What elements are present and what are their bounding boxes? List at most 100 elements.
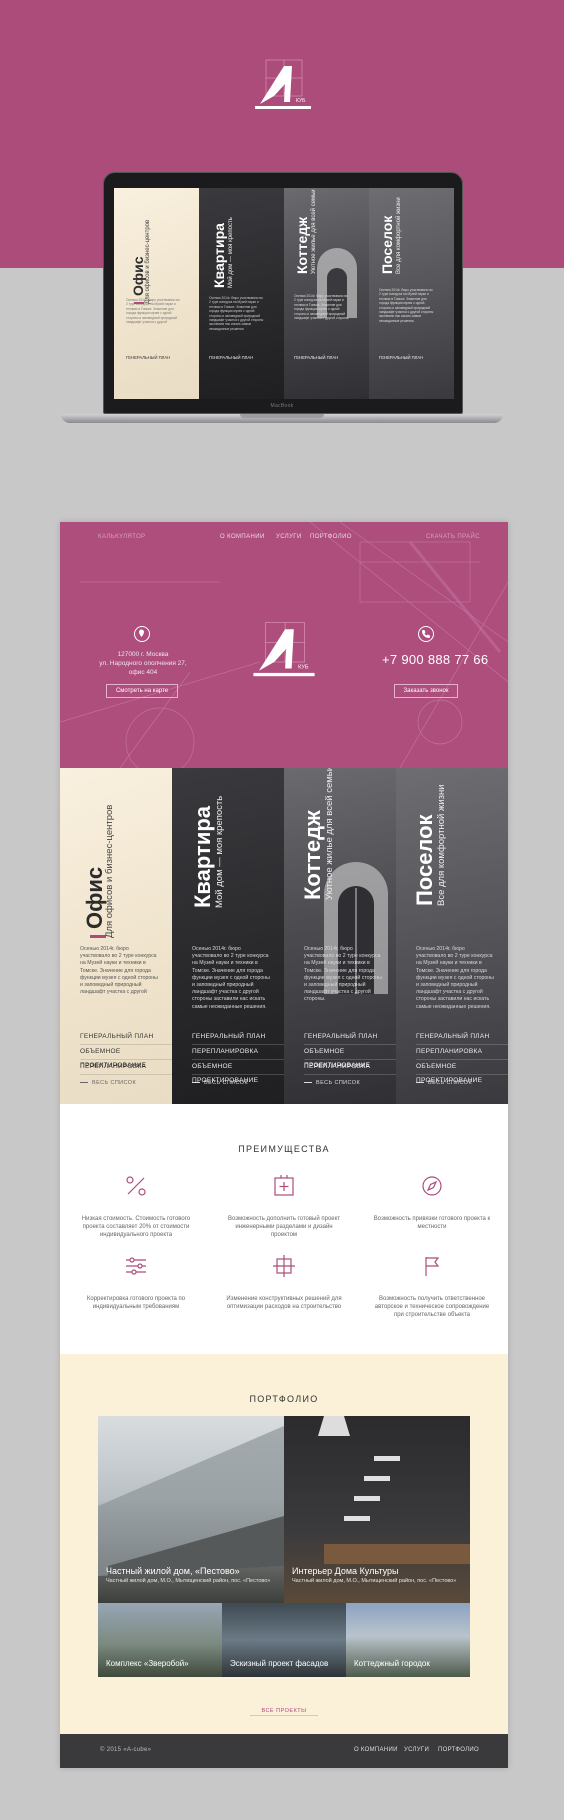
site-logo: КУБ <box>253 622 315 677</box>
flag-icon <box>425 1257 440 1276</box>
advantage-text: Низкая стоимость. Стоимость готового про… <box>81 1216 191 1238</box>
column-link[interactable]: ОБЪЕМНОЕ ПРОЕКТИРОВАНИЕ <box>80 1045 172 1069</box>
request-call-button[interactable]: Заказать звонок <box>394 684 458 698</box>
portfolio-tile[interactable]: Эскизный проект фасадов <box>222 1603 346 1677</box>
footer-nav-portfolio[interactable]: ПОРТФОЛИО <box>438 1747 479 1753</box>
column-subtitle: Все для комфортной жизни <box>436 784 447 906</box>
phone-icon <box>418 626 434 642</box>
advantage-item: Корректировка готового проекта по индиви… <box>76 1254 196 1311</box>
laptop-column-subtitle: Мой дом — моя крепость <box>228 217 234 288</box>
footer-nav-about[interactable]: О КОМПАНИИ <box>354 1747 398 1753</box>
laptop-column-subtitle: Уютное жилье для всей семьи <box>311 189 317 274</box>
laptop-column-link[interactable]: ГЕНЕРАЛЬНЫЙ ПЛАН <box>126 355 170 360</box>
laptop-column-desc: Осенью 2014г. бюро участвовало во 2 туре… <box>379 288 434 323</box>
column-heading: Квартира <box>190 805 215 908</box>
laptop-column-link[interactable]: ГЕНЕРАЛЬНЫЙ ПЛАН <box>209 355 253 360</box>
resize-icon <box>273 1255 295 1277</box>
phone-number[interactable]: +7 900 888 77 66 <box>382 652 488 667</box>
laptop-column-apartment[interactable]: Квартира Мой дом — моя крепость Осенью 2… <box>199 188 284 399</box>
advantage-text: Возможность получить ответственное автор… <box>374 1296 490 1318</box>
column-village[interactable]: Поселок Все для комфортной жизни Осенью … <box>396 768 508 1104</box>
portfolio-tile[interactable]: Коттеджный городок <box>346 1603 470 1677</box>
column-link[interactable]: ОБЪЕМНОЕ ПРОЕКТИРОВАНИЕ <box>192 1060 284 1084</box>
advantage-item: Низкая стоимость. Стоимость готового про… <box>76 1174 196 1239</box>
laptop-column-desc: Осенью 2014г. бюро участвовало во 2 туре… <box>209 296 264 331</box>
column-office[interactable]: Офис Для офисов и бизнес-центров Осенью … <box>60 768 172 1104</box>
portfolio-tile[interactable]: Частный жилой дом, «Пестово» Частный жило… <box>98 1416 284 1603</box>
laptop-column-heading: Поселок <box>379 215 395 274</box>
column-link[interactable]: ГЕНЕРАЛЬНЫЙ ПЛАН <box>416 1030 508 1045</box>
column-description: Осенью 2014г. бюро участвовало во 2 туре… <box>304 946 382 1003</box>
column-heading: Коттедж <box>300 810 325 900</box>
column-all-link[interactable]: ВЕСЬ СПИСОК <box>192 1080 248 1086</box>
laptop-notch <box>240 414 324 418</box>
laptop-column-subtitle: Для офисов и бизнес-центров <box>145 219 151 304</box>
all-projects-link[interactable]: ВСЕ ПРОЕКТЫ <box>250 1708 318 1716</box>
laptop-column-link[interactable]: ГЕНЕРАЛЬНЫЙ ПЛАН <box>379 355 423 360</box>
logo-text: КУБ <box>296 98 306 104</box>
tile-caption: Эскизный проект фасадов <box>230 1659 329 1668</box>
laptop-column-heading: Коттедж <box>294 216 310 274</box>
laptop-column-village[interactable]: Поселок Все для комфортной жизни Осенью … <box>369 188 454 399</box>
column-all-link[interactable]: ВЕСЬ СПИСОК <box>304 1080 360 1086</box>
percent-icon <box>126 1176 146 1196</box>
nav-about[interactable]: О КОМПАНИИ <box>220 534 265 540</box>
column-link[interactable]: ГЕНЕРАЛЬНЫЙ ПЛАН <box>304 1030 396 1045</box>
plus-square-icon <box>274 1175 294 1196</box>
laptop-column-heading: Квартира <box>211 223 227 288</box>
laptop-column-desc: Осенью 2014г. бюро участвовало во 2 туре… <box>294 294 350 321</box>
category-columns: Офис Для офисов и бизнес-центров Осенью … <box>60 768 508 1104</box>
location-pin-icon <box>134 626 150 642</box>
column-link[interactable]: ОБЪЕМНОЕ ПРОЕКТИРОВАНИЕ <box>416 1060 508 1084</box>
laptop-column-desc: Осенью 2014г. бюро участвовало во 2 туре… <box>126 298 180 325</box>
column-link[interactable]: ОБЪЕМНОЕ ПРОЕКТИРОВАНИЕ <box>304 1045 396 1069</box>
column-link[interactable]: ГЕНЕРАЛЬНЫЙ ПЛАН <box>192 1030 284 1045</box>
laptop-column-link[interactable]: ГЕНЕРАЛЬНЫЙ ПЛАН <box>294 355 338 360</box>
column-subtitle: Уютное жилье для всей семьи <box>324 768 335 900</box>
column-subtitle: Для офисов и бизнес-центров <box>104 804 115 938</box>
tile-caption: Частный жилой дом, «Пестово» Частный жило… <box>106 1566 271 1584</box>
address-line: офис 404 <box>128 669 158 676</box>
logo-text: КУБ <box>298 665 309 671</box>
tile-caption: Коттеджный городок <box>354 1659 430 1668</box>
nav-portfolio[interactable]: ПОРТФОЛИО <box>310 534 352 540</box>
laptop-column-cottage[interactable]: Коттедж Уютное жилье для всей семьи Осен… <box>284 188 369 399</box>
nav-calculator[interactable]: КАЛЬКУЛЯТОР <box>98 534 145 540</box>
column-all-link[interactable]: ВЕСЬ СПИСОК <box>80 1080 136 1086</box>
laptop-column-office[interactable]: Офис Для офисов и бизнес-центров Осенью … <box>114 188 199 399</box>
portfolio-section: ПОРТФОЛИО Частный жилой дом, «Пестово» Ча… <box>60 1354 508 1734</box>
column-apartment[interactable]: Квартира Мой дом — моя крепость Осенью 2… <box>172 768 284 1104</box>
address: 127000 г. Москва ул. Народного ополчения… <box>94 650 192 677</box>
portfolio-tile[interactable]: Интерьер Дома Культуры Частный жилой дом,… <box>284 1416 470 1603</box>
column-description: Осенью 2014г. бюро участвовало во 2 туре… <box>192 946 270 1010</box>
view-map-button[interactable]: Смотреть на карте <box>106 684 178 698</box>
footer-copyright: © 2015 «A-cube» <box>100 1747 152 1753</box>
nav-download-price[interactable]: СКАЧАТЬ ПРАЙС <box>426 534 480 540</box>
brand-logo: КУБ <box>255 59 311 109</box>
footer-nav-services[interactable]: УСЛУГИ <box>404 1747 429 1753</box>
advantage-item: Возможность дополнить готовый проект инж… <box>224 1174 344 1239</box>
tile-caption: Комплекс «Зверобой» <box>106 1659 189 1668</box>
laptop-column-subtitle: Все для комфортной жизни <box>396 197 402 274</box>
portfolio-tile[interactable]: Комплекс «Зверобой» <box>98 1603 222 1677</box>
column-subtitle: Мой дом — моя крепость <box>214 795 225 908</box>
column-links: ГЕНЕРАЛЬНЫЙ ПЛАН ПЕРЕПЛАНИРОВКА ОБЪЕМНОЕ… <box>192 1030 284 1084</box>
advantage-text: Возможность привязки готового проекта к … <box>373 1216 491 1230</box>
column-links: ГЕНЕРАЛЬНЫЙ ПЛАН ОБЪЕМНОЕ ПРОЕКТИРОВАНИЕ… <box>304 1030 396 1075</box>
column-cottage[interactable]: Коттедж Уютное жилье для всей семьи Осен… <box>284 768 396 1104</box>
column-links: ГЕНЕРАЛЬНЫЙ ПЛАН ОБЪЕМНОЕ ПРОЕКТИРОВАНИЕ… <box>80 1030 172 1075</box>
advantage-item: Возможность привязки готового проекта к … <box>372 1174 492 1231</box>
advantages-section: ПРЕИМУЩЕСТВА Низкая стоимость. Стоимость… <box>60 1104 508 1354</box>
advantage-text: Возможность дополнить готовый проект инж… <box>227 1216 341 1238</box>
column-link[interactable]: ПЕРЕПЛАНИРОВКА <box>192 1045 284 1060</box>
column-all-link[interactable]: ВЕСЬ СПИСОК <box>416 1080 472 1086</box>
column-link[interactable]: ПЕРЕПЛАНИРОВКА <box>80 1060 172 1075</box>
advantage-item: Изменение конструктивных решений для опт… <box>224 1254 344 1311</box>
column-link[interactable]: ПЕРЕПЛАНИРОВКА <box>416 1045 508 1060</box>
nav-services[interactable]: УСЛУГИ <box>276 534 302 540</box>
laptop-screen: Офис Для офисов и бизнес-центров Осенью … <box>114 188 454 399</box>
laptop-label: MacBook <box>270 403 294 409</box>
column-link[interactable]: ГЕНЕРАЛЬНЫЙ ПЛАН <box>80 1030 172 1045</box>
column-link[interactable]: ПЕРЕПЛАНИРОВКА <box>304 1060 396 1075</box>
column-heading: Поселок <box>412 814 437 906</box>
